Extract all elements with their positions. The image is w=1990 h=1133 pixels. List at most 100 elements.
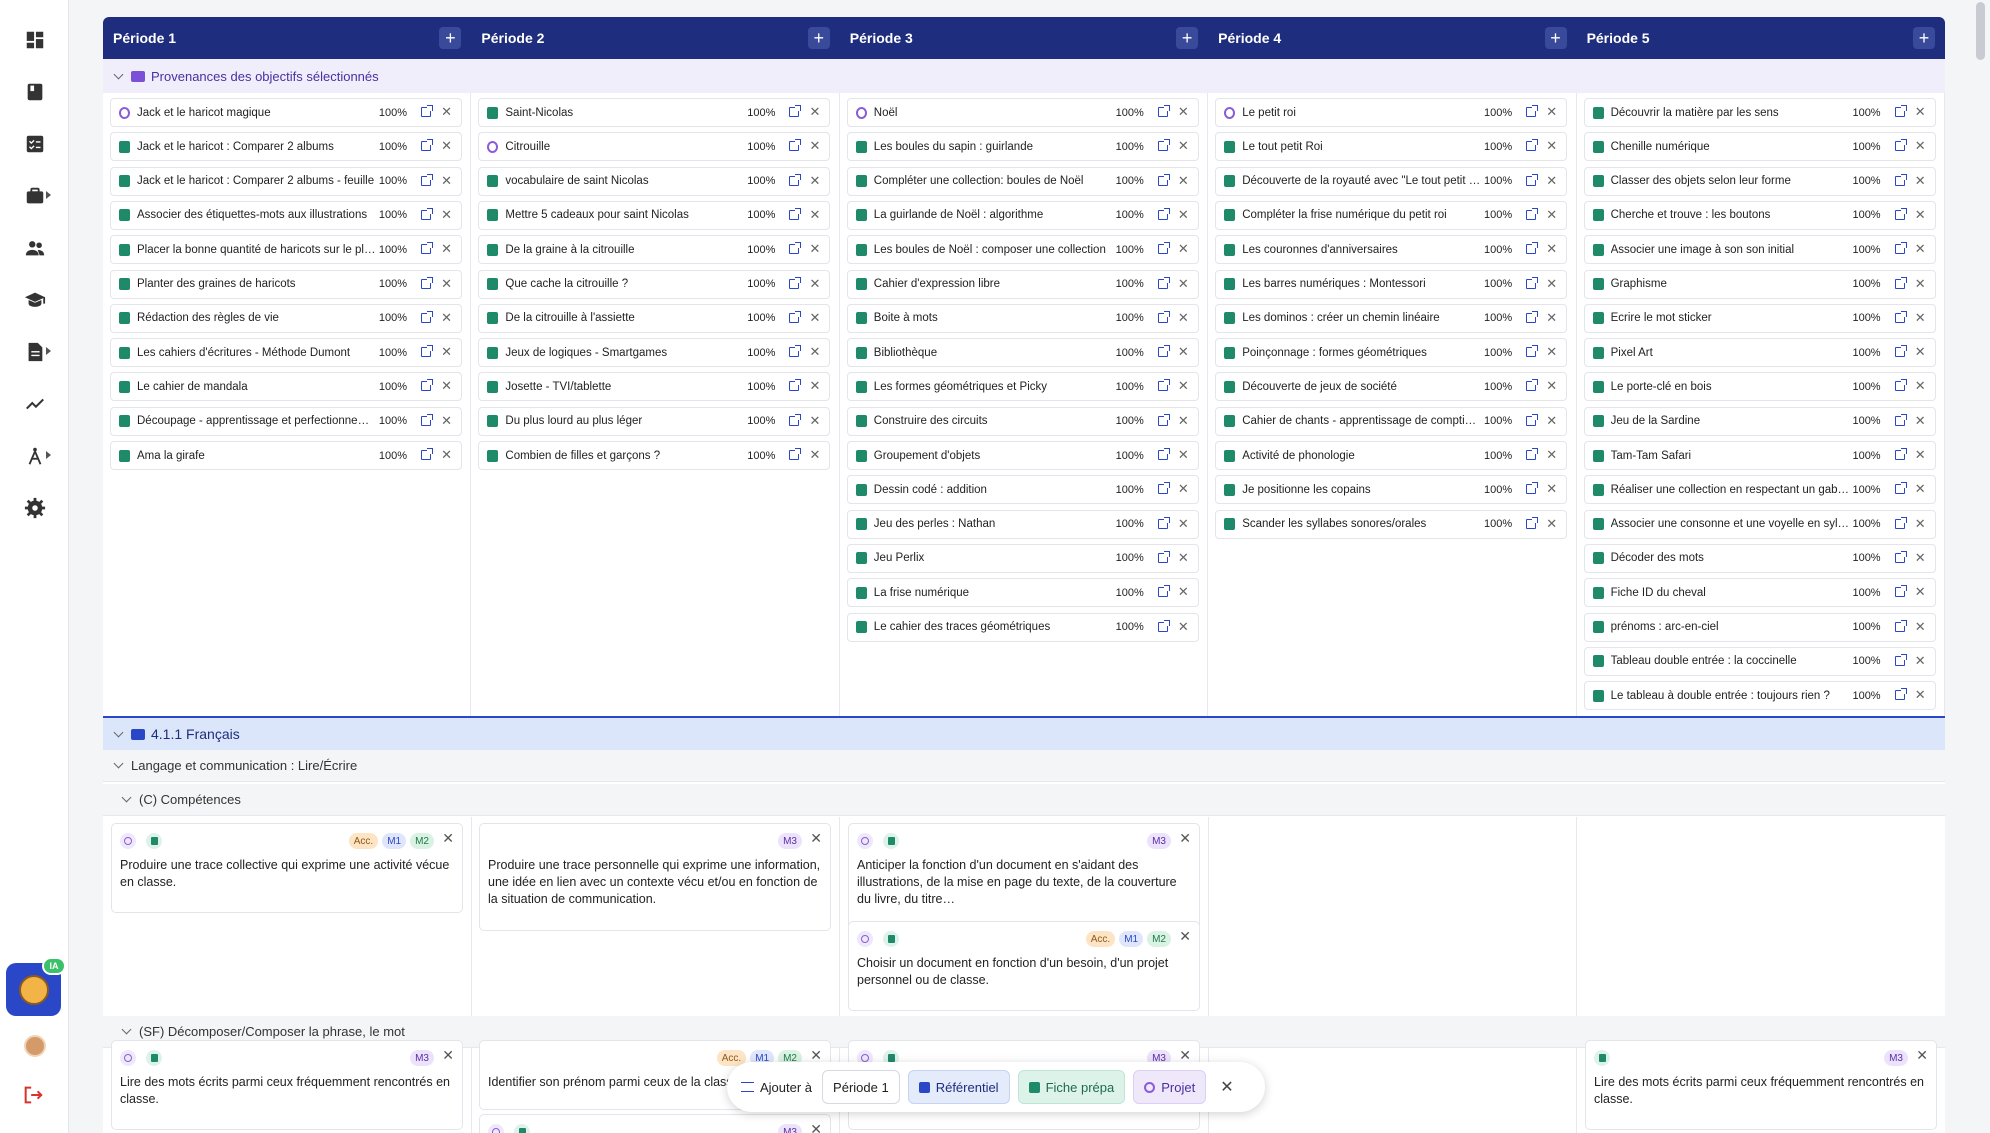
remove-icon[interactable]: ✕ [1546, 310, 1557, 326]
list-item[interactable]: Saint-Nicolas 100% ✕ [478, 98, 831, 127]
list-item[interactable]: Du plus lourd au plus léger 100% ✕ [478, 406, 831, 436]
list-item[interactable]: Tableau double entrée : la coccinelle 100… [1583, 646, 1936, 676]
open-external-icon[interactable] [1157, 550, 1170, 563]
list-item[interactable]: Mettre 5 cadeaux pour saint Nicolas 100% ✕ [478, 200, 831, 230]
remove-icon[interactable]: ✕ [809, 173, 820, 189]
open-external-icon[interactable] [1894, 550, 1907, 563]
remove-icon[interactable]: ✕ [809, 104, 820, 120]
list-item[interactable]: prénoms : arc-en-ciel 100% ✕ [1583, 612, 1936, 642]
list-item[interactable]: Le petit roi 100% ✕ [1215, 98, 1568, 127]
open-external-icon[interactable] [789, 413, 802, 426]
remove-icon[interactable]: ✕ [441, 241, 452, 257]
remove-icon[interactable]: ✕ [1178, 584, 1189, 600]
remove-icon[interactable]: ✕ [1546, 138, 1557, 154]
open-external-icon[interactable] [421, 310, 433, 323]
open-external-icon[interactable] [1526, 310, 1539, 323]
subsection-header[interactable]: Langage et communication : Lire/Écrire [103, 750, 1945, 782]
list-item[interactable]: Découvrir la matière par les sens 100% ✕ [1583, 98, 1936, 127]
open-external-icon[interactable] [1157, 619, 1170, 632]
open-external-icon[interactable] [1894, 516, 1907, 529]
document-icon[interactable] [0, 332, 69, 372]
open-external-icon[interactable] [1894, 688, 1907, 701]
open-external-icon[interactable] [1894, 173, 1907, 186]
list-item[interactable]: Noël 100% ✕ [846, 98, 1199, 127]
remove-icon[interactable]: ✕ [441, 138, 452, 154]
competence-card[interactable]: M3 ✕ Anticiper la fonction d'un document e… [848, 823, 1200, 931]
graduation-cap-icon[interactable] [0, 280, 69, 320]
list-item[interactable]: Jack et le haricot : Comparer 2 albums -… [110, 166, 462, 196]
scrollbar[interactable] [1976, 2, 1985, 60]
checklist-icon[interactable] [0, 124, 69, 164]
list-item[interactable]: Les formes géométriques et Picky 100% ✕ [846, 372, 1199, 402]
list-item[interactable]: Jeu Perlix 100% ✕ [846, 543, 1199, 573]
remove-icon[interactable]: ✕ [1546, 173, 1557, 189]
open-external-icon[interactable] [1526, 448, 1539, 460]
list-item[interactable]: Josette - TVI/tablette 100% ✕ [478, 372, 831, 402]
open-external-icon[interactable] [1526, 105, 1539, 117]
remove-icon[interactable]: ✕ [1179, 830, 1191, 847]
list-item[interactable]: vocabulaire de saint Nicolas 100% ✕ [478, 166, 831, 196]
open-external-icon[interactable] [1157, 242, 1170, 255]
open-external-icon[interactable] [1894, 482, 1907, 495]
list-item[interactable]: Le cahier des traces géométriques 100% ✕ [846, 612, 1199, 642]
remove-icon[interactable]: ✕ [809, 413, 820, 429]
chart-line-icon[interactable] [0, 384, 69, 424]
list-item[interactable]: Ama la girafe 100% ✕ [110, 441, 462, 470]
remove-icon[interactable]: ✕ [1915, 584, 1926, 600]
add-period-item-button[interactable]: + [439, 27, 462, 49]
list-item[interactable]: Bibliothèque 100% ✕ [846, 338, 1199, 368]
remove-icon[interactable]: ✕ [441, 378, 452, 394]
open-external-icon[interactable] [1157, 482, 1170, 495]
list-item[interactable]: Cherche et trouve : les boutons 100% ✕ [1583, 200, 1936, 230]
open-external-icon[interactable] [789, 173, 802, 186]
list-item[interactable]: Découverte de jeux de société 100% ✕ [1215, 372, 1568, 402]
open-external-icon[interactable] [1526, 207, 1539, 220]
list-item[interactable]: Décoder des mots 100% ✕ [1583, 543, 1936, 573]
remove-icon[interactable]: ✕ [809, 207, 820, 223]
list-item[interactable]: De la graine à la citrouille 100% ✕ [478, 235, 831, 265]
open-external-icon[interactable] [1157, 139, 1170, 152]
list-item[interactable]: Groupement d'objets 100% ✕ [846, 441, 1199, 470]
competence-card[interactable]: Acc. M1 M2 ✕ Choisir un document en fonction… [848, 921, 1200, 1011]
remove-icon[interactable]: ✕ [1178, 207, 1189, 223]
open-external-icon[interactable] [1894, 276, 1907, 289]
list-item[interactable]: Poinçonnage : formes géométriques 100% ✕ [1215, 338, 1568, 368]
list-item[interactable]: Associer une consonne et une voyelle en … [1583, 509, 1936, 539]
list-item[interactable]: Jeu de la Sardine 100% ✕ [1583, 406, 1936, 436]
list-item[interactable]: Construire des circuits 100% ✕ [846, 406, 1199, 436]
remove-icon[interactable]: ✕ [1178, 344, 1189, 360]
list-item[interactable]: Rédaction des règles de vie 100% ✕ [110, 303, 462, 333]
remove-icon[interactable]: ✕ [1546, 481, 1557, 497]
provenance-section-header[interactable]: Provenances des objectifs sélectionnés [103, 59, 1945, 93]
open-external-icon[interactable] [1157, 345, 1170, 358]
period-select[interactable]: Période 1 [822, 1070, 900, 1104]
group-header[interactable]: (C) Compétences [103, 784, 1945, 816]
open-external-icon[interactable] [421, 345, 433, 358]
compass-icon[interactable] [0, 436, 69, 476]
remove-icon[interactable]: ✕ [1178, 104, 1189, 120]
remove-icon[interactable]: ✕ [1915, 378, 1926, 394]
open-external-icon[interactable] [1894, 379, 1907, 392]
list-item[interactable]: Le porte-clé en bois 100% ✕ [1583, 372, 1936, 402]
remove-icon[interactable]: ✕ [810, 830, 822, 847]
remove-icon[interactable]: ✕ [1915, 413, 1926, 429]
remove-icon[interactable]: ✕ [441, 173, 452, 189]
remove-icon[interactable]: ✕ [1915, 619, 1926, 635]
open-external-icon[interactable] [1157, 448, 1170, 460]
remove-icon[interactable]: ✕ [1915, 310, 1926, 326]
remove-icon[interactable]: ✕ [1178, 173, 1189, 189]
list-item[interactable]: Dessin codé : addition 100% ✕ [846, 475, 1199, 505]
list-item[interactable]: Les boules de Noël : composer une collec… [846, 235, 1199, 265]
list-item[interactable]: La frise numérique 100% ✕ [846, 578, 1199, 608]
open-external-icon[interactable] [1157, 310, 1170, 323]
fiche-prepa-button[interactable]: Fiche prépa [1017, 1070, 1126, 1104]
open-external-icon[interactable] [1526, 276, 1539, 289]
remove-icon[interactable]: ✕ [809, 138, 820, 154]
remove-icon[interactable]: ✕ [1546, 413, 1557, 429]
remove-icon[interactable]: ✕ [1178, 550, 1189, 566]
remove-icon[interactable]: ✕ [442, 1047, 454, 1064]
remove-icon[interactable]: ✕ [441, 276, 452, 292]
list-item[interactable]: Chenille numérique 100% ✕ [1583, 132, 1936, 162]
open-external-icon[interactable] [1894, 207, 1907, 220]
remove-icon[interactable]: ✕ [1915, 516, 1926, 532]
